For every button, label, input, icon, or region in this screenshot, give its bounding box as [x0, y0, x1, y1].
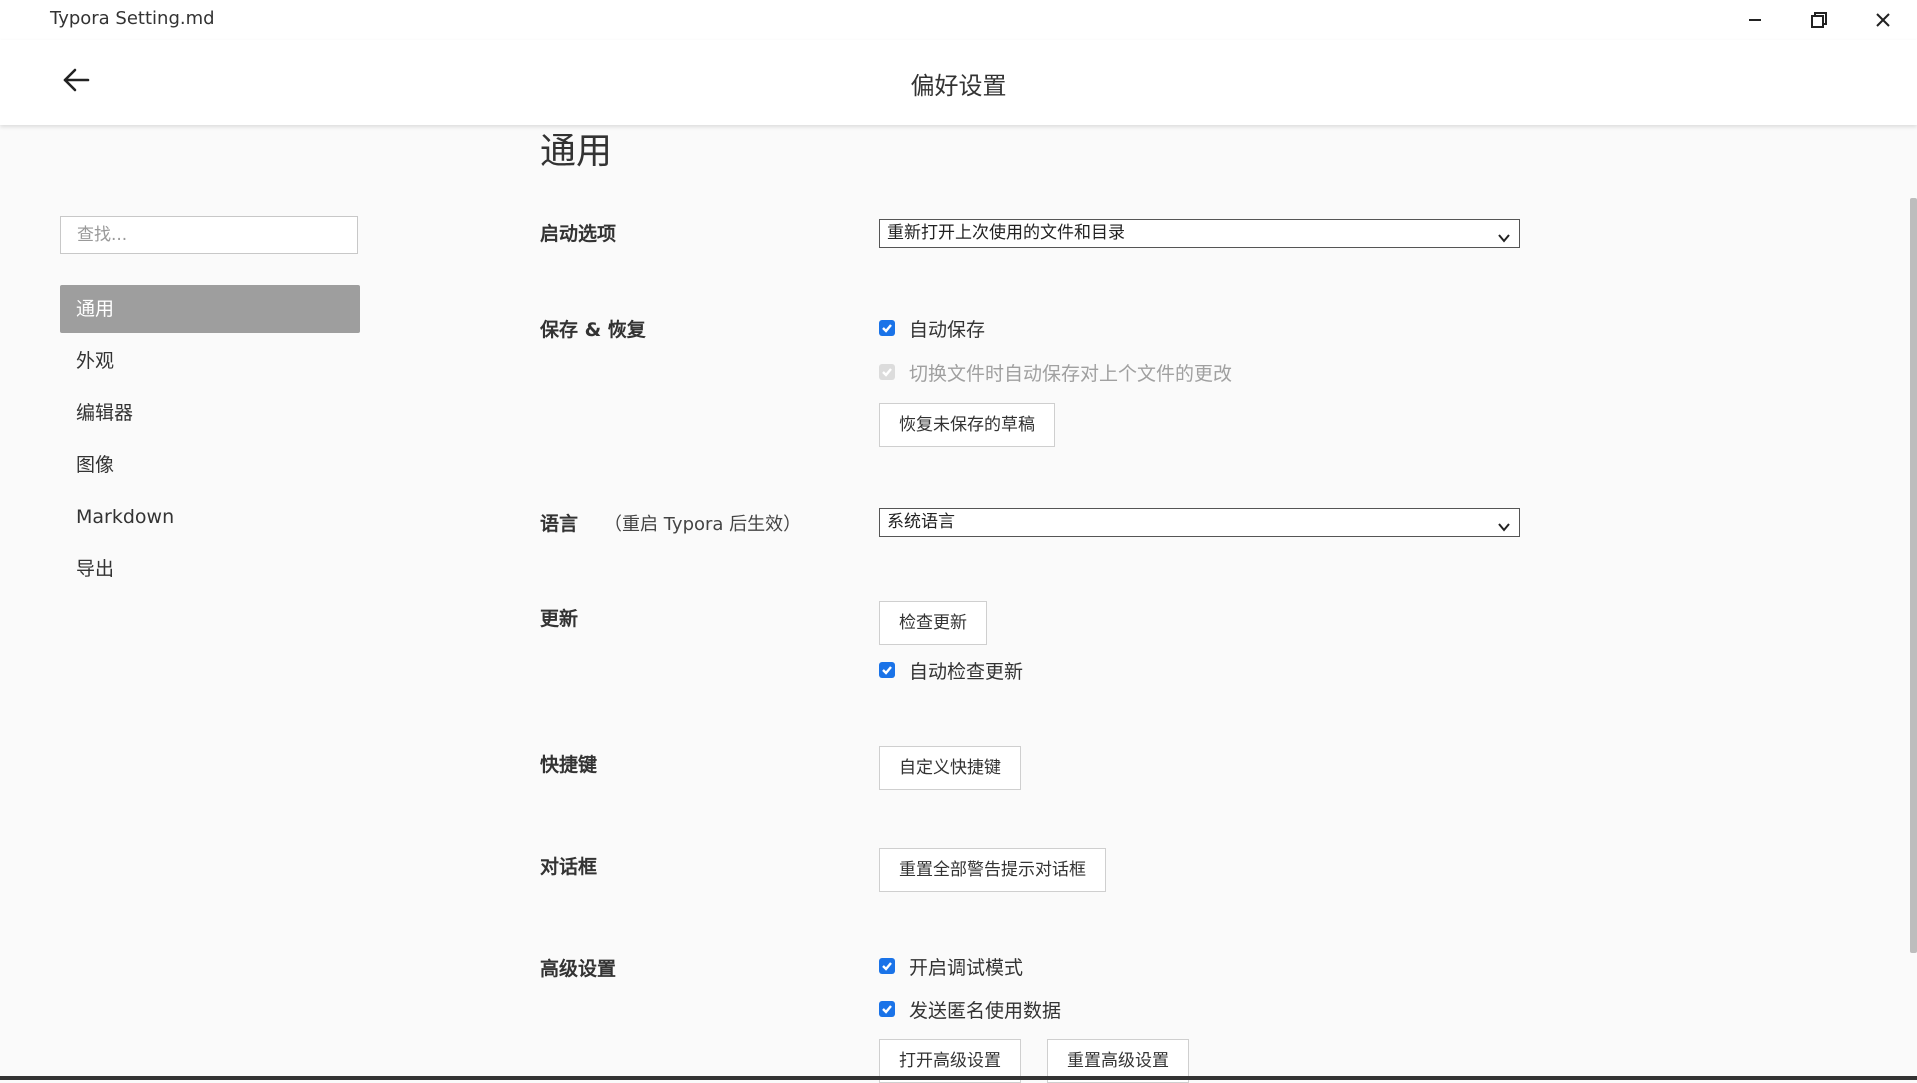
- switch-save-option: 切换文件时自动保存对上个文件的更改: [879, 360, 1233, 385]
- language-label-text: 语言: [540, 513, 579, 535]
- chevron-down-icon: [1497, 227, 1511, 254]
- preferences-header: 偏好设置: [0, 40, 1917, 125]
- switch-save-checkbox: [879, 364, 895, 380]
- sidebar-item-export[interactable]: 导出: [60, 545, 360, 593]
- scrollbar[interactable]: [1910, 198, 1917, 953]
- advanced-label: 高级设置: [540, 958, 617, 980]
- update-label: 更新: [540, 608, 579, 630]
- autosave-label: 自动保存: [909, 318, 986, 341]
- save-restore-label: 保存 & 恢复: [540, 319, 646, 341]
- anonymous-data-checkbox[interactable]: [879, 1001, 895, 1017]
- search-input[interactable]: [60, 216, 358, 254]
- section-title: 通用: [540, 131, 613, 172]
- startup-select[interactable]: 重新打开上次使用的文件和目录: [879, 219, 1520, 248]
- minimize-icon[interactable]: [1723, 0, 1787, 40]
- anonymous-data-option[interactable]: 发送匿名使用数据: [879, 997, 1062, 1022]
- sidebar-nav: 通用 外观 编辑器 图像 Markdown 导出: [60, 285, 360, 597]
- debug-mode-checkbox[interactable]: [879, 958, 895, 974]
- check-update-button[interactable]: 检查更新: [879, 601, 987, 645]
- window-titlebar: Typora Setting.md: [0, 0, 1917, 40]
- autosave-checkbox[interactable]: [879, 320, 895, 336]
- language-label: 语言 （重启 Typora 后生效）: [540, 509, 801, 536]
- sidebar-item-image[interactable]: 图像: [60, 441, 360, 489]
- dialog-label: 对话框: [540, 856, 598, 878]
- autosave-option[interactable]: 自动保存: [879, 316, 986, 341]
- sidebar-item-appearance[interactable]: 外观: [60, 337, 360, 385]
- debug-mode-label: 开启调试模式: [909, 956, 1024, 979]
- window-title: Typora Setting.md: [50, 8, 215, 29]
- switch-save-label: 切换文件时自动保存对上个文件的更改: [909, 362, 1233, 385]
- sidebar-item-markdown[interactable]: Markdown: [60, 493, 360, 541]
- customize-shortcut-button[interactable]: 自定义快捷键: [879, 746, 1021, 790]
- auto-check-update-checkbox[interactable]: [879, 662, 895, 678]
- close-icon[interactable]: [1851, 0, 1915, 40]
- window-bottom-edge: [0, 1076, 1917, 1080]
- sidebar-item-editor[interactable]: 编辑器: [60, 389, 360, 437]
- startup-select-value: 重新打开上次使用的文件和目录: [887, 223, 1125, 243]
- page-title: 偏好设置: [910, 72, 1007, 100]
- sidebar-item-general[interactable]: 通用: [60, 285, 360, 333]
- shortcut-label: 快捷键: [540, 754, 598, 776]
- reset-dialogs-button[interactable]: 重置全部警告提示对话框: [879, 848, 1106, 892]
- debug-mode-option[interactable]: 开启调试模式: [879, 954, 1024, 979]
- startup-label: 启动选项: [540, 223, 617, 245]
- chevron-down-icon: [1497, 516, 1511, 543]
- recover-drafts-button[interactable]: 恢复未保存的草稿: [879, 403, 1055, 447]
- language-note: （重启 Typora 后生效）: [604, 514, 802, 535]
- restore-icon[interactable]: [1787, 0, 1851, 40]
- anonymous-data-label: 发送匿名使用数据: [909, 999, 1062, 1022]
- language-select[interactable]: 系统语言: [879, 508, 1520, 537]
- language-select-value: 系统语言: [887, 512, 955, 532]
- auto-check-update-label: 自动检查更新: [909, 660, 1024, 683]
- auto-check-update-option[interactable]: 自动检查更新: [879, 658, 1024, 683]
